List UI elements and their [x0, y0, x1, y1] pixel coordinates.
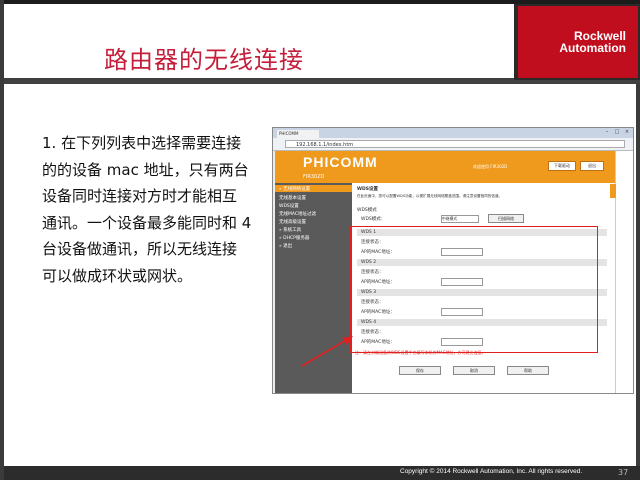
page-number: 37 — [618, 468, 629, 477]
sidebar-item-advanced[interactable]: 无线高级设置 — [279, 219, 306, 225]
browser-titlebar — [273, 128, 633, 138]
logout-button[interactable]: 退出 — [580, 161, 604, 171]
sidebar-item-exit[interactable]: » 退出 — [279, 243, 292, 249]
maximize-icon[interactable]: □ — [613, 129, 621, 136]
section-title: WDS设置 — [357, 187, 378, 192]
save-button[interactable]: 保存 — [399, 366, 441, 375]
instruction-line: 通讯。一个设备最多能同时和 4 — [42, 213, 252, 232]
scan-button[interactable]: 扫描网络 — [488, 214, 524, 223]
router-model: FIR302D — [303, 174, 325, 180]
scrollbar-thumb[interactable] — [610, 184, 616, 198]
wds-mode-select[interactable]: 中继模式 — [441, 215, 479, 223]
instruction-line: 设备同时连接对方时才能相互 — [42, 187, 238, 205]
instruction-line: 的的设备 mac 地址，只有两台 — [42, 160, 249, 179]
close-icon[interactable]: × — [623, 129, 631, 136]
sidebar-item-basic[interactable]: 无线基本设置 — [279, 195, 306, 201]
browser-tab[interactable]: PHICOMM — [277, 130, 319, 138]
slide-right-border — [636, 84, 640, 480]
section-description: 在此页面中，您可以配置WDS功能，以便扩展无线网络覆盖范围。请注意设置相同的信道… — [357, 194, 503, 198]
minimize-icon[interactable]: – — [603, 129, 611, 136]
instruction-text: 1. 在下列列表中选择需要连接 的的设备 mac 地址，只有两台 设备同时连接对… — [42, 130, 272, 289]
instruction-line: 1. 在下列列表中选择需要连接 — [42, 134, 242, 152]
cancel-button[interactable]: 取消 — [453, 366, 495, 375]
slide-title: 路由器的无线连接 — [104, 46, 304, 74]
download-driver-button[interactable]: 下载驱动 — [548, 161, 576, 171]
copyright-text: Copyright © 2014 Rockwell Automation, In… — [400, 468, 583, 475]
sidebar-item-mac-filter[interactable]: 无线MAC地址过滤 — [279, 211, 316, 217]
rockwell-logo-text: Rockwell Automation — [559, 29, 626, 55]
mode-heading: WDS模式 — [357, 208, 377, 213]
scrollbar[interactable] — [615, 151, 633, 393]
url-field[interactable]: 192.168.1.1/index.htm — [285, 140, 625, 148]
sidebar-item-wds[interactable]: WDS设置 — [279, 203, 299, 209]
help-button[interactable]: 帮助 — [507, 366, 549, 375]
mode-row-label: WDS模式： — [361, 217, 386, 222]
phicomm-logo: PHICOMM — [303, 154, 378, 170]
sidebar-item-wireless[interactable]: » 无线网络设置 — [279, 186, 310, 192]
sidebar-item-dhcp[interactable]: » DHCP服务器 — [279, 235, 309, 241]
header-info: 欢迎使用 FIR302D — [473, 164, 508, 169]
wds-note: 注：请在对端设备的WDS设置中也填写本机的MAC地址，方可建立连接。 — [355, 350, 486, 355]
sidebar-item-system[interactable]: » 系统工具 — [279, 227, 301, 233]
annotation-arrow-icon — [301, 336, 353, 367]
instruction-line: 可以做成环状或网状。 — [42, 266, 193, 285]
highlight-box — [350, 226, 598, 353]
instruction-line: 台设备做通讯，所以无线连接 — [42, 240, 238, 258]
